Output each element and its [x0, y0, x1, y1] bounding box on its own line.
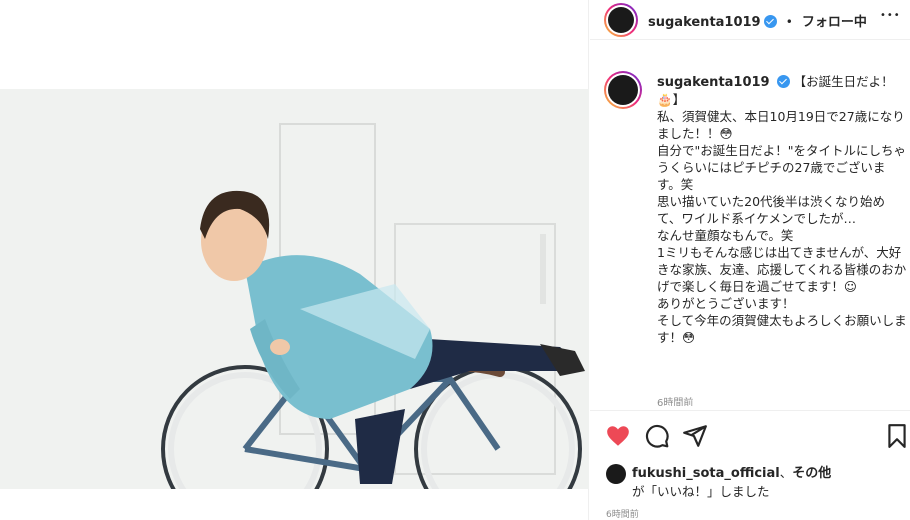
profile-avatar[interactable] [604, 3, 638, 37]
verified-badge-icon [776, 75, 790, 88]
header-username[interactable]: sugakenta1019 [648, 15, 761, 30]
bookmark-icon[interactable] [884, 423, 910, 449]
more-options-button[interactable]: ••• [880, 10, 901, 21]
caption-username[interactable]: sugakenta1019 [657, 75, 770, 90]
likes-summary: fukushi_sota_official、その他 が「いいね！」しました [590, 458, 910, 506]
verified-badge-icon [763, 15, 777, 28]
post-photo[interactable] [0, 89, 589, 489]
likes-separator: 、 [779, 465, 793, 480]
post-header: sugakenta1019 • フォロー中 ••• [590, 0, 910, 40]
follow-separator: • [785, 15, 793, 29]
post-time: 6時間前 [606, 510, 639, 520]
liker-avatar[interactable] [606, 464, 626, 484]
likes-others-link[interactable]: その他 [792, 466, 831, 481]
likes-text: fukushi_sota_official、その他 が「いいね！」しました [632, 464, 902, 501]
post-media [0, 0, 589, 520]
caption-text: sugakenta1019 【お誕生日だよ！🎂】 私、須賀健太、本日10月19日… [657, 73, 909, 346]
comment-icon[interactable] [644, 423, 670, 449]
follow-button[interactable]: フォロー中 [802, 15, 867, 30]
paper-plane-icon[interactable] [682, 423, 708, 449]
likes-label: が「いいね！」しました [632, 484, 770, 499]
liker-username[interactable]: fukushi_sota_official [632, 466, 780, 481]
header-user: sugakenta1019 • フォロー中 [648, 11, 867, 30]
action-bar [590, 410, 910, 458]
caption-area: sugakenta1019 【お誕生日だよ！🎂】 私、須賀健太、本日10月19日… [590, 56, 910, 406]
heart-filled-icon[interactable] [605, 423, 631, 449]
caption-avatar[interactable] [604, 71, 642, 109]
photo-illustration [0, 89, 589, 489]
caption-body: 【お誕生日だよ！🎂】 私、須賀健太、本日10月19日で27歳になりました！！😳 … [657, 74, 907, 345]
post-panel: sugakenta1019 • フォロー中 ••• sugakenta1019 … [590, 0, 910, 520]
caption-time: 6時間前 [657, 398, 694, 406]
